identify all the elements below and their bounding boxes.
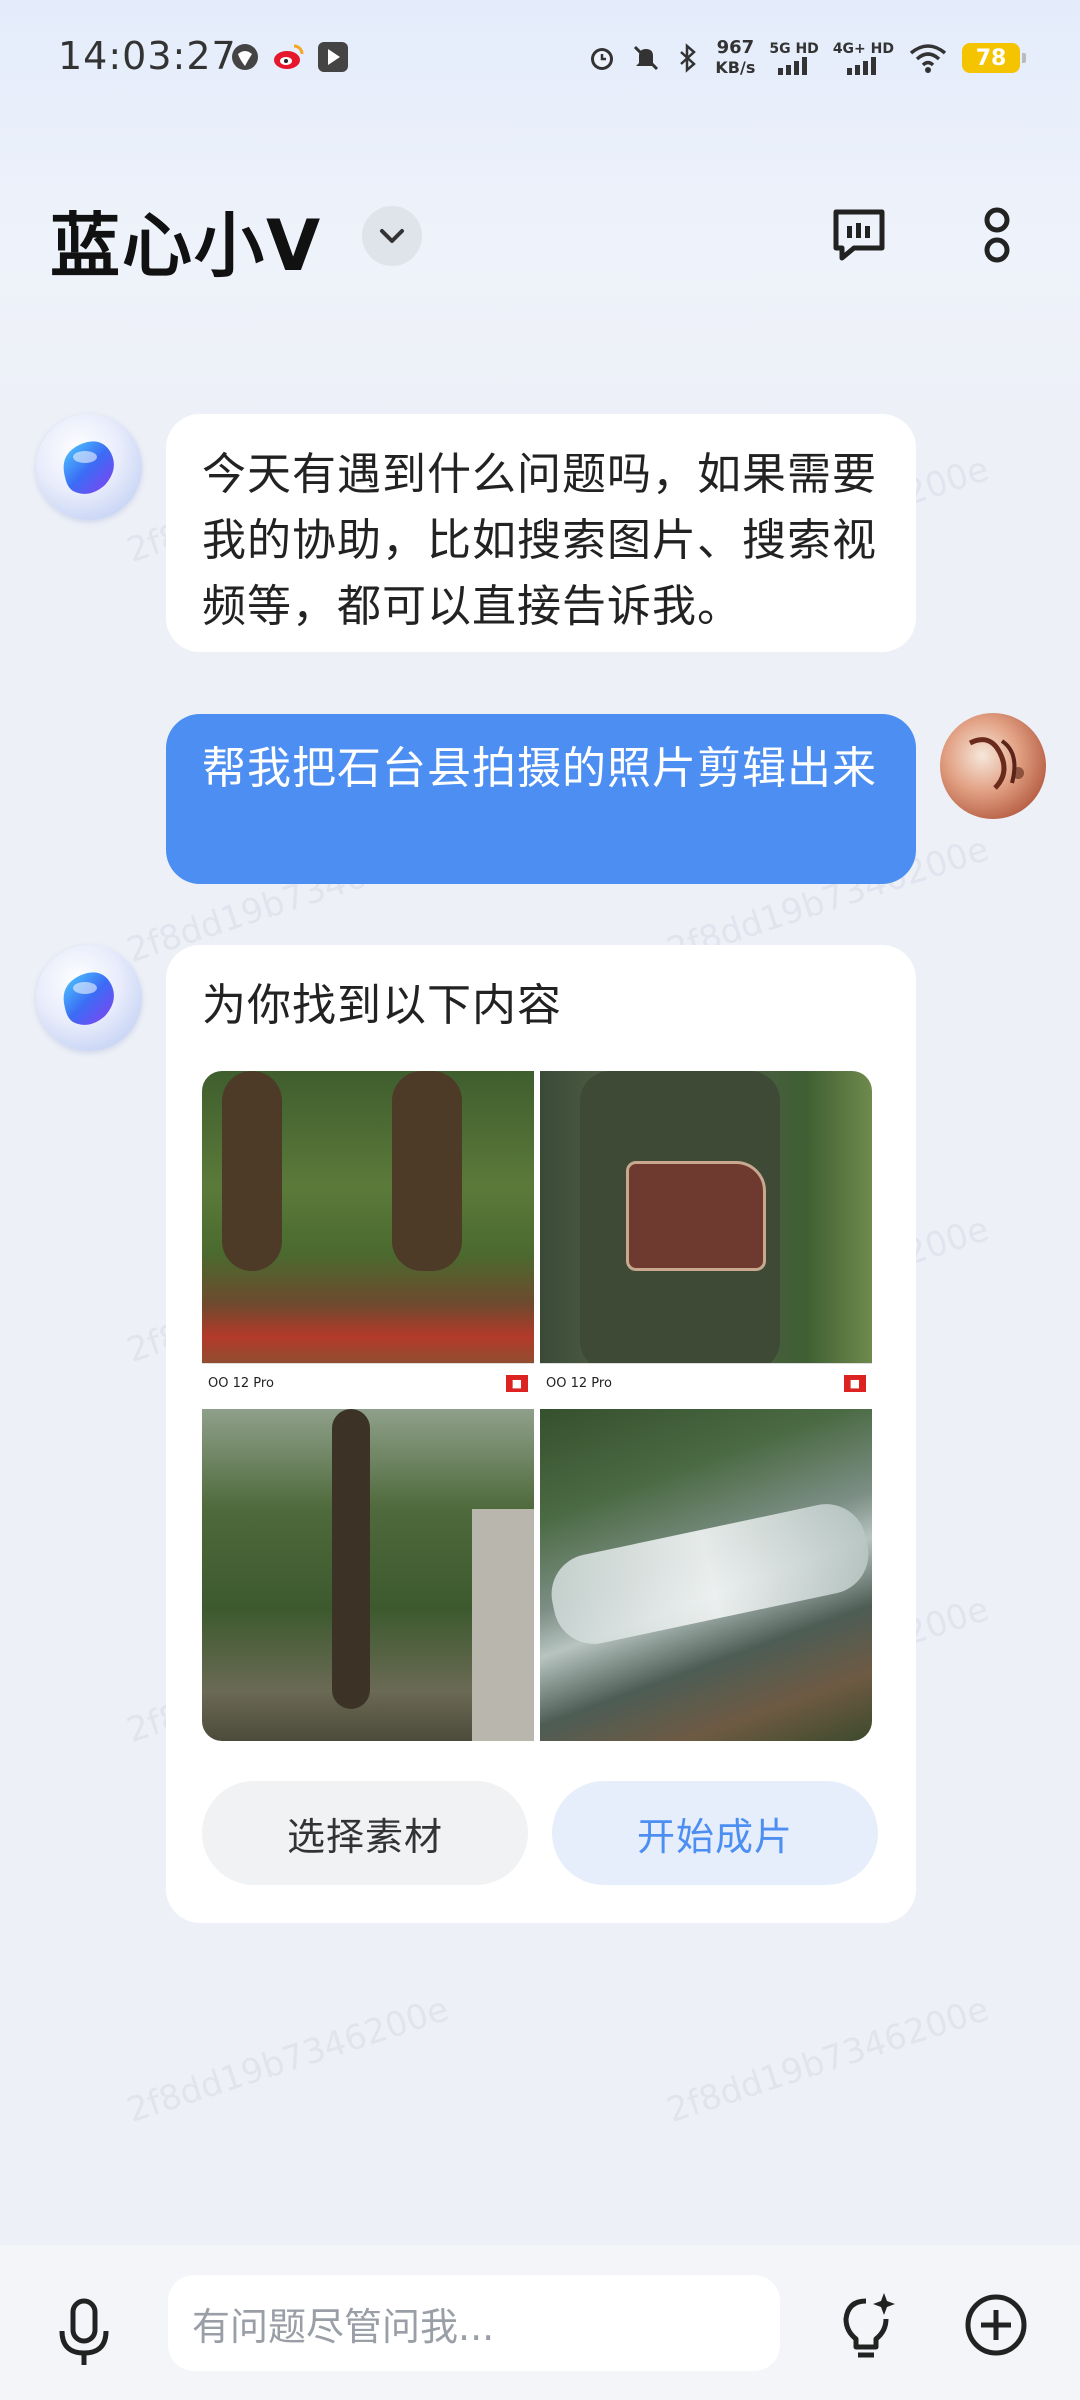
user-message-bubble[interactable]: 帮我把石台县拍摄的照片剪辑出来 <box>166 714 916 884</box>
tree-trunk <box>222 1071 282 1271</box>
photo-caption-bar: OO 12 Pro ■ <box>202 1363 534 1403</box>
net-speed-value: 967 <box>716 37 755 58</box>
media-icon <box>318 42 348 72</box>
photo-grid: OO 12 Pro ■ OO 12 Pro ■ <box>202 1071 872 1741</box>
net-speed-unit: KB/s <box>715 58 756 77</box>
sim1-signal: 5G HD <box>769 41 819 75</box>
bot-avatar[interactable] <box>36 414 142 520</box>
photo-caption: OO 12 Pro <box>208 1376 274 1391</box>
chat-history-button[interactable] <box>824 200 894 270</box>
browser-icon <box>232 44 258 70</box>
battery-indicator: 78 <box>962 43 1026 73</box>
start-video-button[interactable]: 开始成片 <box>552 1781 878 1885</box>
chat-history-icon <box>833 209 885 261</box>
lightbulb-sparkle-icon <box>843 2293 895 2358</box>
photo-thumbnail[interactable]: OO 12 Pro ■ <box>540 1071 872 1403</box>
alarm-icon <box>591 48 614 70</box>
message-text: 为你找到以下内容 <box>202 980 562 1031</box>
sim2-label: 4G+ HD <box>832 41 894 57</box>
tree-trunk <box>392 1071 462 1271</box>
message-input[interactable]: 有问题尽管问我... <box>168 2275 780 2371</box>
user-avatar-image <box>968 737 1024 790</box>
title-dropdown-button[interactable] <box>362 206 422 266</box>
photo-caption: OO 12 Pro <box>546 1376 612 1391</box>
status-time: 14:03:27 <box>58 34 237 78</box>
signal-bars-icon <box>778 57 808 75</box>
network-speed: 967 KB/s <box>715 38 755 78</box>
select-material-button[interactable]: 选择素材 <box>202 1781 528 1885</box>
photo-caption-bar: OO 12 Pro ■ <box>540 1363 872 1403</box>
message-text: 帮我把石台县拍摄的照片剪辑出来 <box>202 743 877 794</box>
photo-thumbnail[interactable] <box>540 1409 872 1741</box>
weibo-icon <box>274 44 304 69</box>
tree-trunk <box>332 1409 370 1709</box>
photo-thumbnail[interactable]: OO 12 Pro ■ <box>202 1071 534 1403</box>
inspiration-button[interactable] <box>828 2287 904 2363</box>
assistant-logo-icon <box>63 441 114 494</box>
watermark: 2f8dd19b7346200e <box>122 1989 454 2131</box>
bot-message-bubble[interactable]: 今天有遇到什么问题吗，如果需要我的协助，比如搜索图片、搜索视频等，都可以直接告诉… <box>166 414 916 652</box>
chevron-down-icon <box>380 229 404 243</box>
bluetooth-icon <box>680 43 697 73</box>
add-button[interactable] <box>958 2287 1034 2363</box>
wifi-icon <box>909 44 947 73</box>
voice-input-button[interactable] <box>46 2295 122 2371</box>
user-avatar[interactable] <box>940 713 1046 819</box>
photo-tag: ■ <box>843 1375 866 1392</box>
status-right: 967 KB/s 5G HD 4G+ HD 78 <box>587 34 1026 82</box>
app-title: 蓝心小V <box>50 205 323 287</box>
assistant-logo-icon <box>63 972 114 1025</box>
status-bar: 14:03:27 967 KB/s 5G HD 4G+ HD 78 <box>0 0 1080 116</box>
more-options-button[interactable] <box>962 200 1032 270</box>
plus-circle-icon <box>965 2294 1027 2356</box>
photo-tag: ■ <box>505 1375 528 1392</box>
input-placeholder: 有问题尽管问我... <box>192 2304 495 2349</box>
app-header: 蓝心小V <box>0 190 1080 287</box>
message-text: 今天有遇到什么问题吗，如果需要我的协助，比如搜索图片、搜索视频等，都可以直接告诉… <box>202 449 877 632</box>
bot-result-card: 为你找到以下内容 OO 12 Pro ■ OO 12 Pro ■ 选择素材 开始… <box>166 945 916 1923</box>
sim2-signal: 4G+ HD <box>833 41 894 75</box>
watermark: 2f8dd19b7346200e <box>662 1989 994 2131</box>
input-bar: 有问题尽管问我... <box>0 2245 1080 2400</box>
signal-bars-icon <box>847 57 877 75</box>
more-options-icon <box>984 207 1010 263</box>
microphone-icon <box>59 2298 109 2365</box>
mute-icon <box>634 45 659 71</box>
bot-avatar[interactable] <box>36 945 142 1051</box>
photo-thumbnail[interactable] <box>202 1409 534 1741</box>
walkway <box>472 1509 534 1741</box>
tree-sign <box>626 1161 766 1271</box>
stream-water <box>544 1496 872 1652</box>
sim1-label: 5G HD <box>769 41 819 57</box>
